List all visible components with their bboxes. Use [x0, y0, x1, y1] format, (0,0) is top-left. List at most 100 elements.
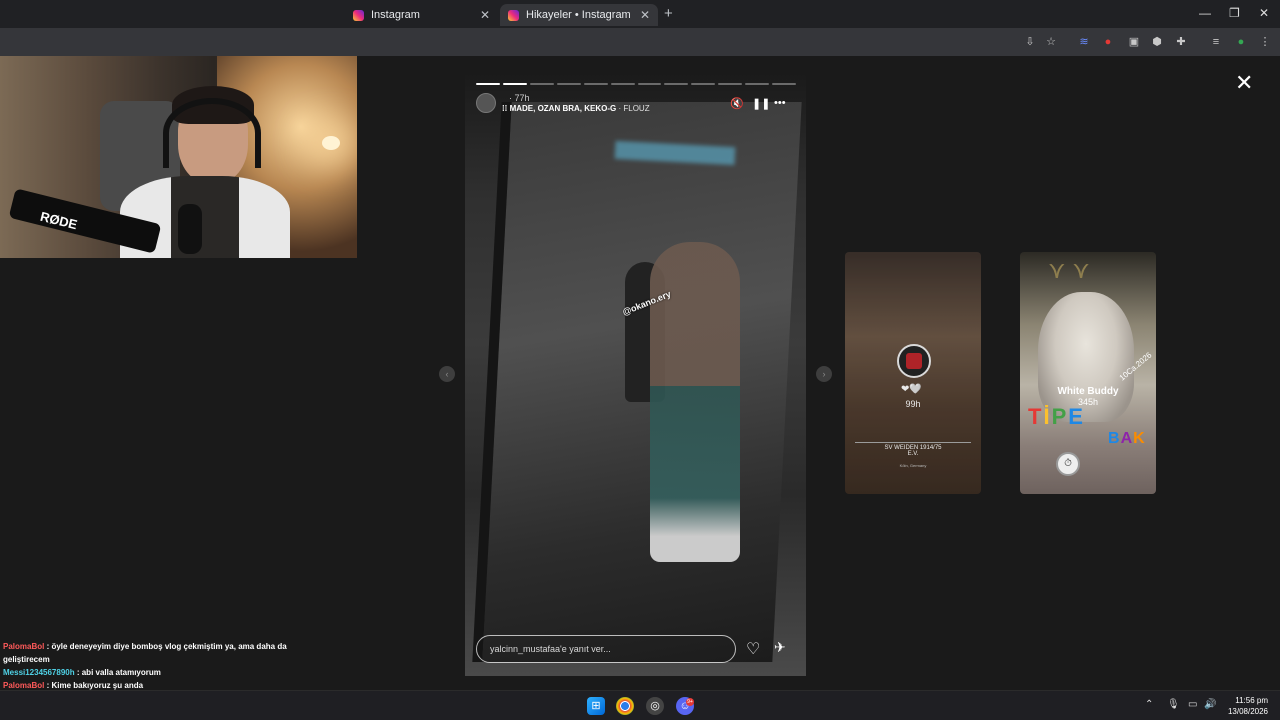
extension-shield-icon[interactable]: ⬢ [1150, 35, 1164, 49]
story-preview[interactable]: ⋎ ⋎ White Buddy 345h 10Ca.2026 TİPE BAK … [1020, 252, 1156, 494]
minimize-icon[interactable]: — [1199, 6, 1211, 20]
progress-segment [556, 83, 581, 85]
progress-segment [610, 83, 635, 85]
progress-segment [691, 83, 716, 85]
avatar[interactable] [476, 93, 496, 113]
chat-username: PalomaBol [3, 681, 45, 690]
lamp-icon [322, 136, 340, 150]
chat-username: Messi1234567890h [3, 668, 75, 677]
chevron-up-icon[interactable]: ⌃ [1145, 699, 1153, 710]
instagram-icon [353, 9, 364, 21]
heart-icon[interactable]: ♡ [746, 639, 760, 659]
sticker-letter: K [1133, 430, 1146, 447]
preview-location: Köln, Germany [899, 463, 927, 468]
network-icon[interactable]: ▭ [1188, 699, 1197, 710]
avatar [897, 344, 931, 378]
story-time: · 77h [509, 93, 530, 103]
preview-caption: SV WEIDEN 1914/75 E.V. [855, 442, 971, 457]
text-sticker: TİPE [1028, 404, 1085, 430]
notification-badge: 9+ [686, 698, 694, 706]
progress-segment [476, 83, 500, 85]
progress-segment [664, 83, 689, 85]
story-preview[interactable]: ❤🤍 99h SV WEIDEN 1914/75 E.V. Köln, Germ… [845, 252, 981, 494]
discord-icon[interactable]: ☺ 9+ [676, 697, 694, 715]
clock-date: 13/08/2026 [1227, 707, 1268, 716]
progress-segment [529, 83, 554, 85]
send-icon[interactable]: ✈ [774, 639, 786, 656]
sticker-letter: A [1120, 430, 1134, 447]
music-bars-icon: ⁞⁞ [502, 104, 510, 113]
progress-segment [637, 83, 662, 85]
progress-segment [502, 83, 527, 85]
extension-window-icon[interactable]: ▣ [1127, 35, 1141, 49]
sticker-letter: P [1051, 404, 1069, 429]
clock-time: 11:56 pm [1235, 696, 1268, 705]
music-artist: · FLOUZ [618, 104, 650, 113]
app-icon[interactable]: ◎ [646, 697, 664, 715]
extension-icon[interactable]: ≋ [1077, 35, 1091, 49]
caption-line: E.V. [907, 451, 919, 457]
webcam-overlay: RØDE [0, 56, 357, 258]
taskbar: ⊞ ◎ ☺ 9+ ⌃ 🎙 ▭ 🔊 11:56 pm 13/08/2026 [0, 690, 1280, 720]
tab-stories[interactable]: Hikayeler • Instagram ✕ [500, 4, 658, 26]
sticker-letter: E [1068, 404, 1085, 429]
chat-text: : abi valla atamıyorum [74, 668, 161, 677]
media-control-icon[interactable]: ≡ [1209, 35, 1223, 49]
story-music[interactable]: ⁞⁞ MADE, OZAN BRA, KEKO-G · FLOUZ [502, 104, 650, 113]
system-clock[interactable]: 11:56 pm 13/08/2026 [1226, 695, 1268, 717]
bookmark-star-icon[interactable]: ☆ [1044, 35, 1058, 49]
chat-username: PalomaBol [3, 642, 45, 651]
progress-segment [772, 83, 797, 85]
restore-icon[interactable]: ❐ [1229, 6, 1240, 20]
progress-segment [745, 83, 770, 85]
reply-input[interactable]: yalcinn_mustafaa'e yanıt ver... [476, 635, 736, 663]
sticker-letter: T [1028, 404, 1044, 429]
story-card[interactable]: @okano.ery · 77h ⁞⁞ MADE, OZAN BRA, KEKO… [465, 72, 806, 676]
chat-message: PalomaBol : öyle deneyeyim diye bomboş v… [3, 640, 333, 666]
timer-icon: ⏱ [1056, 452, 1080, 476]
windows-start-icon[interactable]: ⊞ [587, 697, 605, 715]
close-icon[interactable]: ✕ [1235, 70, 1253, 96]
instagram-story-viewer: @okano.ery · 77h ⁞⁞ MADE, OZAN BRA, KEKO… [0, 56, 1280, 716]
microphone-icon [178, 204, 202, 254]
chat-text: : Kime bakıyoruz şu anda [44, 681, 144, 690]
sticker-letter: B [1108, 430, 1121, 447]
close-tab-icon[interactable]: ✕ [640, 8, 650, 22]
more-options-icon[interactable]: ••• [774, 97, 786, 109]
tab-title: Hikayeler • Instagram [526, 9, 631, 21]
preview-username: White Buddy [1057, 386, 1119, 397]
browser-toolbar: ⇩ ☆ ≋ ● ▣ ⬢ ✚ ≡ ● ⋮ [0, 28, 1280, 56]
progress-segment [583, 83, 608, 85]
profile-avatar-icon[interactable]: ● [1234, 35, 1248, 49]
close-window-icon[interactable]: ✕ [1259, 6, 1269, 20]
hearts-sticker: ❤🤍 [901, 384, 922, 395]
progress-segment [718, 83, 743, 85]
sticker-letter: İ [1043, 404, 1052, 429]
previous-story-button[interactable]: ‹ [439, 366, 455, 382]
install-app-icon[interactable]: ⇩ [1023, 35, 1037, 49]
tab-title: Instagram [371, 9, 420, 21]
close-tab-icon[interactable]: ✕ [480, 8, 490, 22]
new-tab-button[interactable]: + [664, 5, 673, 22]
extension-red-icon[interactable]: ● [1101, 35, 1115, 49]
volume-icon[interactable]: 🔊 [1204, 699, 1216, 710]
text-sticker: BAK [1108, 430, 1146, 448]
next-story-button[interactable]: › [816, 366, 832, 382]
mute-icon[interactable]: 🔇 [730, 97, 744, 110]
pause-icon[interactable]: ❚❚ [752, 97, 770, 110]
instagram-icon [508, 9, 519, 21]
reindeer-antlers-icon: ⋎ ⋎ [1048, 257, 1090, 284]
chat-text: : öyle deneyeyim diye bomboş vlog çekmiş… [3, 642, 287, 664]
tab-bar: Instagram ✕ Hikayeler • Instagram ✕ + — … [0, 0, 1280, 28]
story-progress-bar [476, 83, 797, 85]
chrome-icon[interactable] [616, 697, 634, 715]
extensions-puzzle-icon[interactable]: ✚ [1174, 35, 1188, 49]
chat-message: Messi1234567890h : abi valla atamıyorum [3, 666, 333, 679]
story-header: · 77h ⁞⁞ MADE, OZAN BRA, KEKO-G · FLOUZ … [476, 93, 796, 119]
microphone-icon[interactable]: 🎙 [1167, 699, 1180, 710]
preview-time: 99h [905, 399, 921, 409]
menu-kebab-icon[interactable]: ⋮ [1258, 35, 1272, 49]
headset-icon [163, 98, 261, 168]
music-title: MADE, OZAN BRA, KEKO-G [509, 104, 617, 113]
tab-instagram[interactable]: Instagram ✕ [345, 4, 498, 26]
